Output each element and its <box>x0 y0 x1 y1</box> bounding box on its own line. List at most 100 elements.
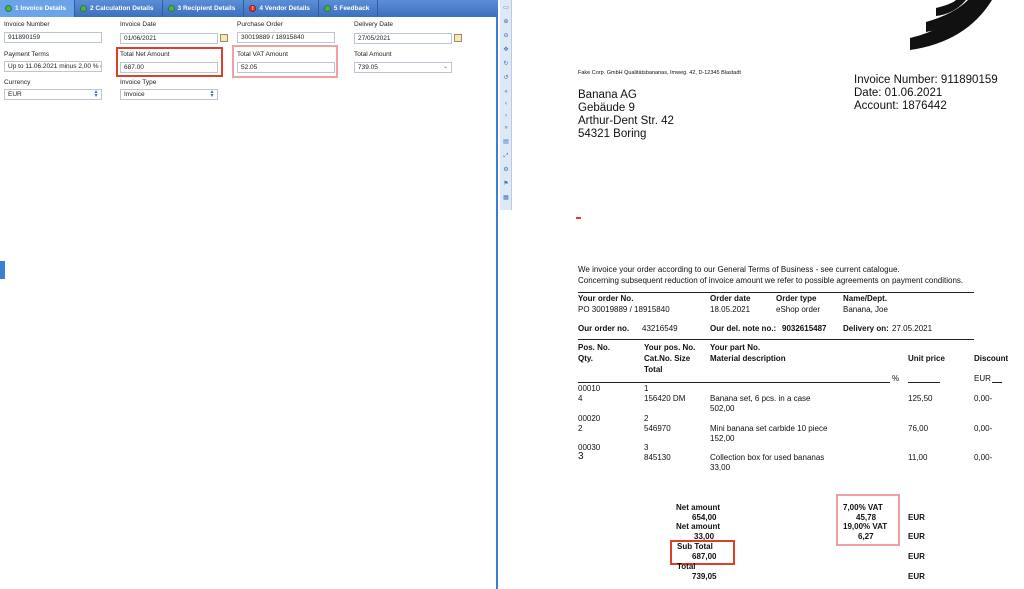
invoice-date-field[interactable]: 01/06/2021 <box>120 33 218 44</box>
tab-label: 4 Vendor Details <box>259 5 310 12</box>
select-arrows-icon[interactable]: ▴ ▾ <box>93 89 99 99</box>
order-value: 18.05.2021 <box>710 305 751 314</box>
item-total: 502,00 <box>710 404 735 413</box>
item-desc: Mini banana set carbide 10 piece <box>710 424 828 433</box>
item-your-pos: 1 <box>644 384 649 393</box>
purchase-order-field[interactable]: 30019889 / 18915840 <box>237 32 335 43</box>
net-amount-label: Net amount <box>676 503 720 512</box>
invoice-number-label: Invoice Number <box>4 21 50 28</box>
tab-label: 2 Calculation Details <box>89 5 154 12</box>
document-icon[interactable]: ▤ <box>502 138 510 146</box>
item-discount: 0,00- <box>974 453 993 462</box>
delivery-on-label: Delivery on: <box>843 324 889 333</box>
order-header: Order date <box>710 294 751 303</box>
vat-label: 7,00% VAT <box>843 503 883 512</box>
divider <box>578 292 974 293</box>
order-value: Banana, Joe <box>843 305 888 314</box>
total-net-amount-label: Total Net Amount <box>120 51 170 58</box>
zoom-in-icon[interactable]: ⊕ <box>502 18 510 26</box>
vat-value: 6,27 <box>858 532 874 541</box>
item-pos: 00010 <box>578 384 601 393</box>
account-text: Account: 1876442 <box>854 100 947 112</box>
item-unit-price: 11,00 <box>908 453 928 462</box>
tab-label: 3 Recipient Details <box>177 5 236 12</box>
fit-page-icon[interactable]: ▭ <box>502 4 510 12</box>
net-amount-label: Net amount <box>676 522 720 531</box>
expand-icon[interactable]: ⤢ <box>502 152 510 160</box>
recipient-line: Arthur-Dent Str. 42 <box>578 115 674 127</box>
total-amount-field[interactable]: 739.05 <box>354 62 452 73</box>
currency-select[interactable]: EUR <box>4 89 102 100</box>
collapse-panel-handle[interactable] <box>0 261 5 279</box>
invoice-date-label: Invoice Date <box>120 21 157 28</box>
tab-vendor-details[interactable]: ! 4 Vendor Details <box>244 0 319 17</box>
del-note-value: 9032615487 <box>782 324 827 333</box>
rotate-right-icon[interactable]: ↻ <box>502 60 510 68</box>
first-page-icon[interactable]: « <box>502 88 510 96</box>
intro-line: Concerning subsequent reduction of invoi… <box>578 276 964 285</box>
currency-label: EUR <box>908 552 925 561</box>
payment-terms-field[interactable]: Up to 11.06.2021 minus 2,00 % c <box>4 61 102 72</box>
calendar-icon[interactable] <box>454 34 462 42</box>
item-desc: Collection box for used bananas <box>710 453 825 462</box>
column-header: Material description <box>710 354 786 363</box>
delivery-date-field[interactable]: 27/05/2021 <box>354 33 452 44</box>
del-note-label: Our del. note no.: <box>710 324 777 333</box>
select-arrows-icon[interactable]: ▴ ▾ <box>209 89 215 99</box>
total-vat-amount-field[interactable]: 52.05 <box>237 62 335 73</box>
currency-label: EUR <box>908 513 925 522</box>
invoice-type-select[interactable]: Invoice <box>120 89 218 100</box>
purchase-order-label: Purchase Order <box>237 21 283 28</box>
column-header: Pos. No. <box>578 343 611 352</box>
intro-line: We invoice your order according to our G… <box>578 265 900 274</box>
item-cat: 156420 DM <box>644 394 686 403</box>
column-header: Cat.No. Size <box>644 354 691 363</box>
status-error-icon: ! <box>249 5 257 12</box>
pan-icon[interactable]: ✥ <box>502 46 510 54</box>
currency-label: Currency <box>4 79 31 86</box>
divider <box>908 382 940 383</box>
status-ok-icon <box>5 5 12 12</box>
tab-calculation-details[interactable]: 2 Calculation Details <box>75 0 163 17</box>
column-header: Discount <box>974 354 1009 363</box>
previous-page-icon[interactable]: ‹ <box>502 100 510 108</box>
column-header: Total <box>644 365 663 374</box>
last-page-icon[interactable]: » <box>502 124 510 132</box>
item-unit-price: 76,00 <box>908 424 929 433</box>
item-pos: 00020 <box>578 414 601 423</box>
currency-label: EUR <box>908 532 925 541</box>
zoom-out-icon[interactable]: ⊖ <box>502 32 510 40</box>
divider <box>992 382 1002 383</box>
red-mark <box>576 217 581 219</box>
order-header: Order type <box>776 294 817 303</box>
rotate-left-icon[interactable]: ↺ <box>502 74 510 82</box>
tag-icon[interactable]: ⚑ <box>502 180 510 188</box>
tab-invoice-details[interactable]: 1 Invoice Details <box>0 0 75 17</box>
item-cat: 546970 <box>644 424 671 433</box>
total-net-amount-field[interactable]: 687.00 <box>120 62 218 73</box>
item-qty: 3 <box>578 451 584 462</box>
sub-total-value: 687,00 <box>692 552 717 561</box>
invoice-date-text: Date: 01.06.2021 <box>854 87 943 99</box>
tab-recipient-details[interactable]: 3 Recipient Details <box>163 0 245 17</box>
invoice-number-field[interactable]: 911890159 <box>4 32 102 43</box>
chevron-down-icon[interactable]: ⌄ <box>443 63 448 70</box>
total-value: 739,05 <box>692 572 717 581</box>
item-your-pos: 2 <box>644 414 649 423</box>
recipient-line: Gebäude 9 <box>578 102 635 114</box>
column-header: Unit price <box>908 354 945 363</box>
next-page-icon[interactable]: › <box>502 112 510 120</box>
calendar-icon[interactable] <box>220 34 228 42</box>
payment-terms-label: Payment Terms <box>4 51 50 58</box>
tab-label: 5 Feedback <box>333 5 370 12</box>
status-ok-icon <box>323 5 331 12</box>
tab-feedback[interactable]: 5 Feedback <box>319 0 379 17</box>
print-icon[interactable]: ▦ <box>502 194 510 202</box>
settings-icon[interactable]: ⚙ <box>502 166 510 174</box>
sub-total-label: Sub Total <box>677 542 713 551</box>
order-header: Your order No. <box>578 294 634 303</box>
document-toolbar: ▭ ⊕ ⊖ ✥ ↻ ↺ « ‹ › » ▤ ⤢ ⚙ ⚑ ▦ <box>500 0 512 210</box>
sender-line: Fake Corp. GmbH Qualitätsbananas, Imweg.… <box>578 70 741 76</box>
divider <box>578 382 890 383</box>
column-header: Qty. <box>578 354 593 363</box>
